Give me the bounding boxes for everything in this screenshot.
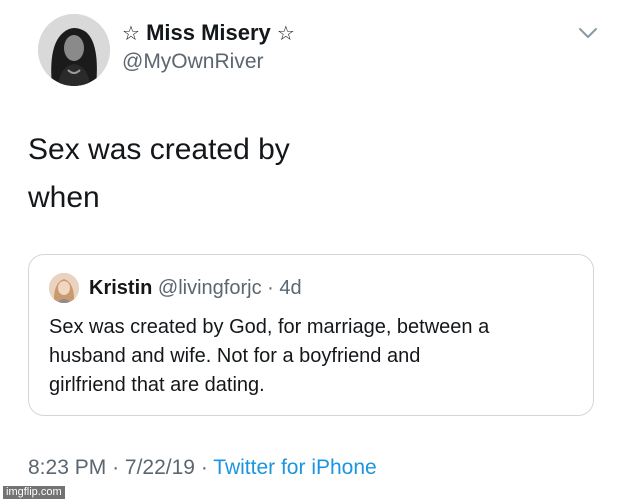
quoted-timestamp[interactable]: 4d [279,277,301,299]
quoted-author-name[interactable]: Kristin [89,277,152,299]
author-display-name: Miss Misery [146,20,271,45]
tweet-date[interactable]: 7/22/19 [125,456,195,479]
quoted-text-line: girlfriend that are dating. [49,374,265,396]
tweet-text-line: Sex was created by [28,133,290,166]
footer-separator: · [200,456,208,479]
profile-photo-icon [49,273,79,303]
profile-photo-icon [38,14,110,86]
author-name[interactable]: ☆ Miss Misery ☆ [122,20,295,46]
author-handle[interactable]: @MyOwnRiver [122,50,264,74]
quoted-author-avatar[interactable] [49,273,79,303]
tweet: ☆ Miss Misery ☆ @MyOwnRiver Sex was crea… [0,0,622,500]
footer-separator: · [112,456,120,479]
tweet-time[interactable]: 8:23 PM [28,456,106,479]
star-icon: ☆ [276,23,295,45]
quoted-tweet[interactable]: Kristin @livingforjc · 4d Sex was create… [28,254,594,416]
quoted-text: Sex was created by God, for marriage, be… [49,313,589,400]
tweet-text: Sex was created by when [28,126,548,222]
tweet-footer: 8:23 PM · 7/22/19 · Twitter for iPhone [28,456,377,480]
tweet-text-line: when [28,181,100,214]
watermark: imgflip.com [3,486,65,499]
author-avatar[interactable] [38,14,110,86]
quoted-separator: · [267,277,274,299]
chevron-down-icon[interactable] [578,26,598,40]
tweet-source-link[interactable]: Twitter for iPhone [213,456,376,479]
quoted-text-line: Sex was created by God, for marriage, be… [49,316,490,338]
quoted-author-handle[interactable]: @livingforjc [158,277,262,299]
star-icon: ☆ [122,23,140,45]
quoted-header: Kristin @livingforjc · 4d [89,277,302,300]
quoted-text-line: husband and wife. Not for a boyfriend an… [49,345,421,367]
